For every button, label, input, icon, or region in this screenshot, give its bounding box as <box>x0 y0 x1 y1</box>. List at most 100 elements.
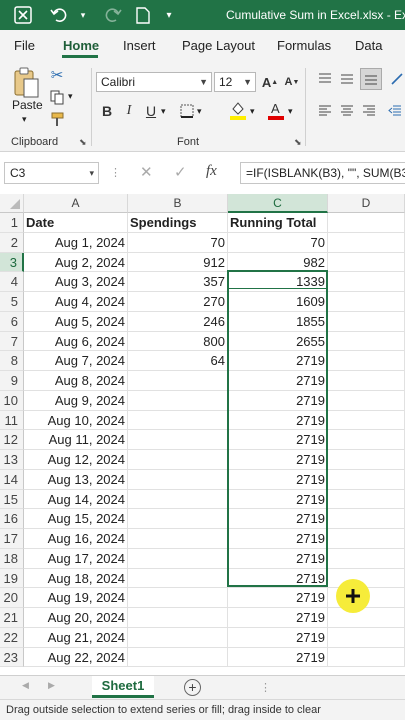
row-header[interactable]: 23 <box>0 647 24 668</box>
row-header[interactable]: 3 <box>0 252 24 273</box>
align-right-icon[interactable] <box>360 102 378 120</box>
cell-date[interactable]: Aug 11, 2024 <box>24 430 128 450</box>
row-header[interactable]: 5 <box>0 292 24 312</box>
column-header-a[interactable]: A <box>24 194 128 213</box>
cell-d[interactable] <box>328 430 405 450</box>
row-header[interactable]: 4 <box>0 272 24 292</box>
fill-color-icon[interactable] <box>228 100 248 120</box>
tab-home[interactable]: Home <box>63 38 99 53</box>
underline-dropdown-icon[interactable]: ▾ <box>161 106 166 117</box>
cell-running-total[interactable]: 2719 <box>228 410 328 431</box>
add-sheet-icon[interactable]: + <box>184 679 201 696</box>
tab-file[interactable]: File <box>14 38 35 53</box>
redo-icon[interactable] <box>102 4 124 26</box>
cell-date[interactable]: Aug 12, 2024 <box>24 450 128 470</box>
cell-spendings[interactable] <box>128 647 228 668</box>
cell-date[interactable]: Aug 13, 2024 <box>24 469 128 490</box>
cell-running-total[interactable]: 2719 <box>228 509 328 529</box>
row-header[interactable]: 19 <box>0 568 24 589</box>
cell-d[interactable] <box>328 371 405 391</box>
font-launcher-icon[interactable]: ⬊ <box>294 137 302 148</box>
cell-spendings[interactable]: 800 <box>128 331 228 352</box>
cell-spendings[interactable] <box>128 588 228 608</box>
cell-spendings[interactable]: 357 <box>128 272 228 292</box>
cell-d[interactable] <box>328 272 405 292</box>
cell-date[interactable]: Aug 21, 2024 <box>24 627 128 648</box>
fill-color-dropdown-icon[interactable]: ▾ <box>250 106 255 117</box>
cell-running-total[interactable]: 70 <box>228 232 328 253</box>
row-header[interactable]: 10 <box>0 390 24 411</box>
align-top-icon[interactable] <box>316 70 334 88</box>
cell-d[interactable] <box>328 489 405 510</box>
cell-spendings[interactable] <box>128 390 228 411</box>
cell-date[interactable]: Aug 1, 2024 <box>24 232 128 253</box>
row-header[interactable]: 18 <box>0 548 24 569</box>
cell-spendings[interactable] <box>128 509 228 529</box>
row-header[interactable]: 1 <box>0 213 24 233</box>
row-header[interactable]: 12 <box>0 430 24 450</box>
cell-date[interactable]: Aug 22, 2024 <box>24 647 128 668</box>
cell-spendings[interactable] <box>128 529 228 549</box>
cell-date[interactable]: Aug 4, 2024 <box>24 292 128 312</box>
increase-font-size-icon[interactable]: A ▲ <box>260 73 280 91</box>
font-color-dropdown-icon[interactable]: ▾ <box>288 106 293 117</box>
paste-label[interactable]: Paste <box>12 98 43 112</box>
column-header-d[interactable]: D <box>328 194 405 213</box>
cell-running-total[interactable]: 1609 <box>228 292 328 312</box>
cell-running-total[interactable]: 2719 <box>228 371 328 391</box>
tab-data[interactable]: Data <box>355 38 382 53</box>
header-cell-spendings[interactable]: Spendings <box>128 213 228 233</box>
cell-d[interactable] <box>328 548 405 569</box>
cell-date[interactable]: Aug 20, 2024 <box>24 608 128 628</box>
undo-icon[interactable] <box>48 4 70 26</box>
cell-running-total[interactable]: 2719 <box>228 608 328 628</box>
row-header[interactable]: 14 <box>0 469 24 490</box>
cell-running-total[interactable]: 2719 <box>228 469 328 490</box>
cell-spendings[interactable] <box>128 627 228 648</box>
undo-dropdown-icon[interactable]: ▾ <box>72 4 94 26</box>
cell-spendings[interactable] <box>128 489 228 510</box>
row-header[interactable]: 15 <box>0 489 24 510</box>
cell-date[interactable]: Aug 19, 2024 <box>24 588 128 608</box>
cell-d[interactable] <box>328 390 405 411</box>
cell-running-total[interactable]: 2719 <box>228 489 328 510</box>
cell-running-total[interactable]: 2719 <box>228 430 328 450</box>
column-header-c[interactable]: C <box>228 194 328 213</box>
font-size-select[interactable]: 12 ▼ <box>214 72 256 92</box>
cell-running-total[interactable]: 2655 <box>228 331 328 352</box>
cell-date[interactable]: Aug 6, 2024 <box>24 331 128 352</box>
align-middle-icon[interactable] <box>338 70 356 88</box>
cell-date[interactable]: Aug 17, 2024 <box>24 548 128 569</box>
cancel-icon[interactable]: ✕ <box>140 163 153 181</box>
cell-d[interactable] <box>328 469 405 490</box>
cell-running-total[interactable]: 2719 <box>228 627 328 648</box>
cell-running-total[interactable]: 2719 <box>228 450 328 470</box>
cell-running-total[interactable]: 2719 <box>228 548 328 569</box>
row-header[interactable]: 22 <box>0 627 24 648</box>
insert-function-icon[interactable]: fx <box>206 163 217 180</box>
cut-icon[interactable]: ✂ <box>48 66 66 84</box>
cell-spendings[interactable]: 246 <box>128 311 228 332</box>
cell-d[interactable] <box>328 608 405 628</box>
cell-spendings[interactable] <box>128 608 228 628</box>
format-painter-icon[interactable] <box>48 110 66 128</box>
cell-date[interactable]: Aug 16, 2024 <box>24 529 128 549</box>
select-all-corner[interactable] <box>0 194 24 213</box>
row-header[interactable]: 7 <box>0 331 24 352</box>
header-cell-running-total[interactable]: Running Total <box>228 213 328 233</box>
borders-icon[interactable] <box>178 102 196 120</box>
cell-d[interactable] <box>328 351 405 371</box>
tab-insert[interactable]: Insert <box>123 38 156 53</box>
cell-spendings[interactable] <box>128 430 228 450</box>
cell-spendings[interactable]: 64 <box>128 351 228 371</box>
cell-running-total[interactable]: 1855 <box>228 311 328 332</box>
cell-d[interactable] <box>328 252 405 273</box>
cell-spendings[interactable]: 912 <box>128 252 228 273</box>
cell-running-total[interactable]: 2719 <box>228 647 328 668</box>
row-header[interactable]: 16 <box>0 509 24 529</box>
borders-dropdown-icon[interactable]: ▾ <box>197 106 202 117</box>
copy-icon[interactable] <box>48 88 66 106</box>
cell-date[interactable]: Aug 10, 2024 <box>24 410 128 431</box>
row-header[interactable]: 13 <box>0 450 24 470</box>
row-header[interactable]: 17 <box>0 529 24 549</box>
